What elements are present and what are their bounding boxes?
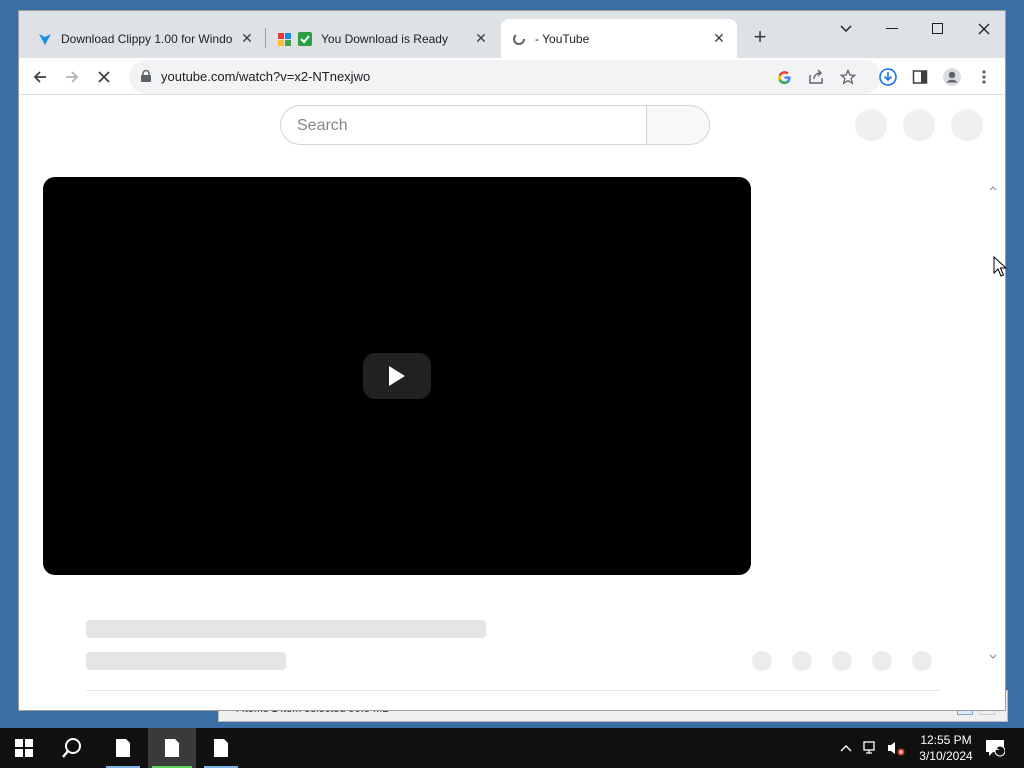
clock-time: 12:55 PM (920, 733, 972, 747)
side-panel-icon[interactable] (907, 64, 933, 90)
search-input[interactable]: Search (280, 105, 647, 145)
clock-date: 3/10/2024 (919, 749, 973, 763)
share-icon[interactable] (805, 66, 827, 88)
action-placeholder (872, 651, 892, 671)
address-bar[interactable]: youtube.com/watch?v=x2-NTnexjwo (129, 60, 881, 94)
search-button[interactable] (646, 105, 710, 145)
document-icon (165, 739, 179, 757)
channel-placeholder (86, 652, 286, 670)
document-icon (214, 739, 228, 757)
checkmark-icon (297, 31, 313, 47)
action-placeholder (832, 651, 852, 671)
header-icon-placeholder[interactable] (855, 109, 887, 141)
profile-avatar-icon[interactable] (939, 64, 965, 90)
search-taskbar-button[interactable] (52, 728, 92, 768)
divider (86, 690, 941, 691)
forward-button[interactable] (59, 64, 85, 90)
tab-search-icon[interactable] (823, 17, 869, 41)
document-icon (116, 739, 130, 757)
notification-count: 1 (994, 742, 1000, 753)
start-button[interactable] (4, 728, 44, 768)
search-placeholder: Search (297, 117, 348, 134)
stop-loading-button[interactable] (91, 64, 117, 90)
mouse-cursor-icon (993, 256, 1007, 277)
tab-youtube[interactable]: - YouTube ✕ (501, 19, 737, 58)
tab-clippy[interactable]: Download Clippy 1.00 for Windo ✕ (27, 19, 265, 58)
page-content: Search (19, 96, 1005, 710)
tab-title: Download Clippy 1.00 for Windo (61, 31, 233, 46)
back-button[interactable] (27, 64, 53, 90)
action-placeholder (792, 651, 812, 671)
taskbar-app-1[interactable] (102, 728, 144, 768)
video-player[interactable] (43, 177, 751, 575)
softonic-icon (37, 31, 53, 47)
scrollbar[interactable] (988, 150, 998, 670)
action-placeholder (752, 651, 772, 671)
header-icon-placeholder[interactable] (903, 109, 935, 141)
tab-title: - YouTube (535, 31, 590, 46)
downloads-icon[interactable] (875, 64, 901, 90)
windows-logo-icon (15, 739, 33, 757)
search-icon (62, 738, 81, 758)
show-hidden-icons-button[interactable] (836, 728, 856, 768)
loading-icon (511, 31, 527, 47)
taskbar-app-2[interactable] (148, 728, 196, 768)
browser-toolbar: youtube.com/watch?v=x2-NTnexjwo (19, 58, 1005, 95)
play-icon (389, 366, 405, 386)
network-icon[interactable] (860, 728, 882, 768)
tab-separator (265, 28, 266, 48)
maximize-button[interactable] (915, 17, 961, 41)
volume-muted-icon[interactable] (884, 728, 908, 768)
google-lens-icon[interactable] (773, 66, 795, 88)
taskbar-app-3[interactable] (200, 728, 242, 768)
bookmark-star-icon[interactable] (837, 66, 859, 88)
tab-download-ready[interactable]: You Download is Ready ✕ (267, 19, 499, 58)
close-window-button[interactable] (961, 17, 1005, 41)
close-icon[interactable]: ✕ (473, 30, 489, 47)
new-tab-button[interactable]: + (749, 26, 771, 49)
play-button[interactable] (363, 353, 431, 399)
tab-title: You Download is Ready (321, 31, 448, 46)
close-icon[interactable]: ✕ (711, 30, 727, 47)
minimize-button[interactable] (869, 17, 915, 41)
clock[interactable]: 12:55 PM 3/10/2024 (906, 732, 986, 764)
title-placeholder (86, 620, 486, 638)
action-placeholder (912, 651, 932, 671)
header-icon-placeholder[interactable] (951, 109, 983, 141)
action-center-button[interactable]: 1 (978, 728, 1012, 768)
app-icon (277, 31, 293, 47)
windows-taskbar: 12:55 PM 3/10/2024 1 (0, 728, 1024, 768)
chrome-window: Download Clippy 1.00 for Windo ✕ You Dow… (18, 10, 1006, 711)
url-text: youtube.com/watch?v=x2-NTnexjwo (161, 69, 371, 84)
lock-icon (141, 70, 151, 82)
menu-kebab-icon[interactable] (971, 64, 997, 90)
tab-strip: Download Clippy 1.00 for Windo ✕ You Dow… (19, 11, 1005, 58)
close-icon[interactable]: ✕ (239, 30, 255, 47)
chevron-up-icon (840, 745, 852, 752)
